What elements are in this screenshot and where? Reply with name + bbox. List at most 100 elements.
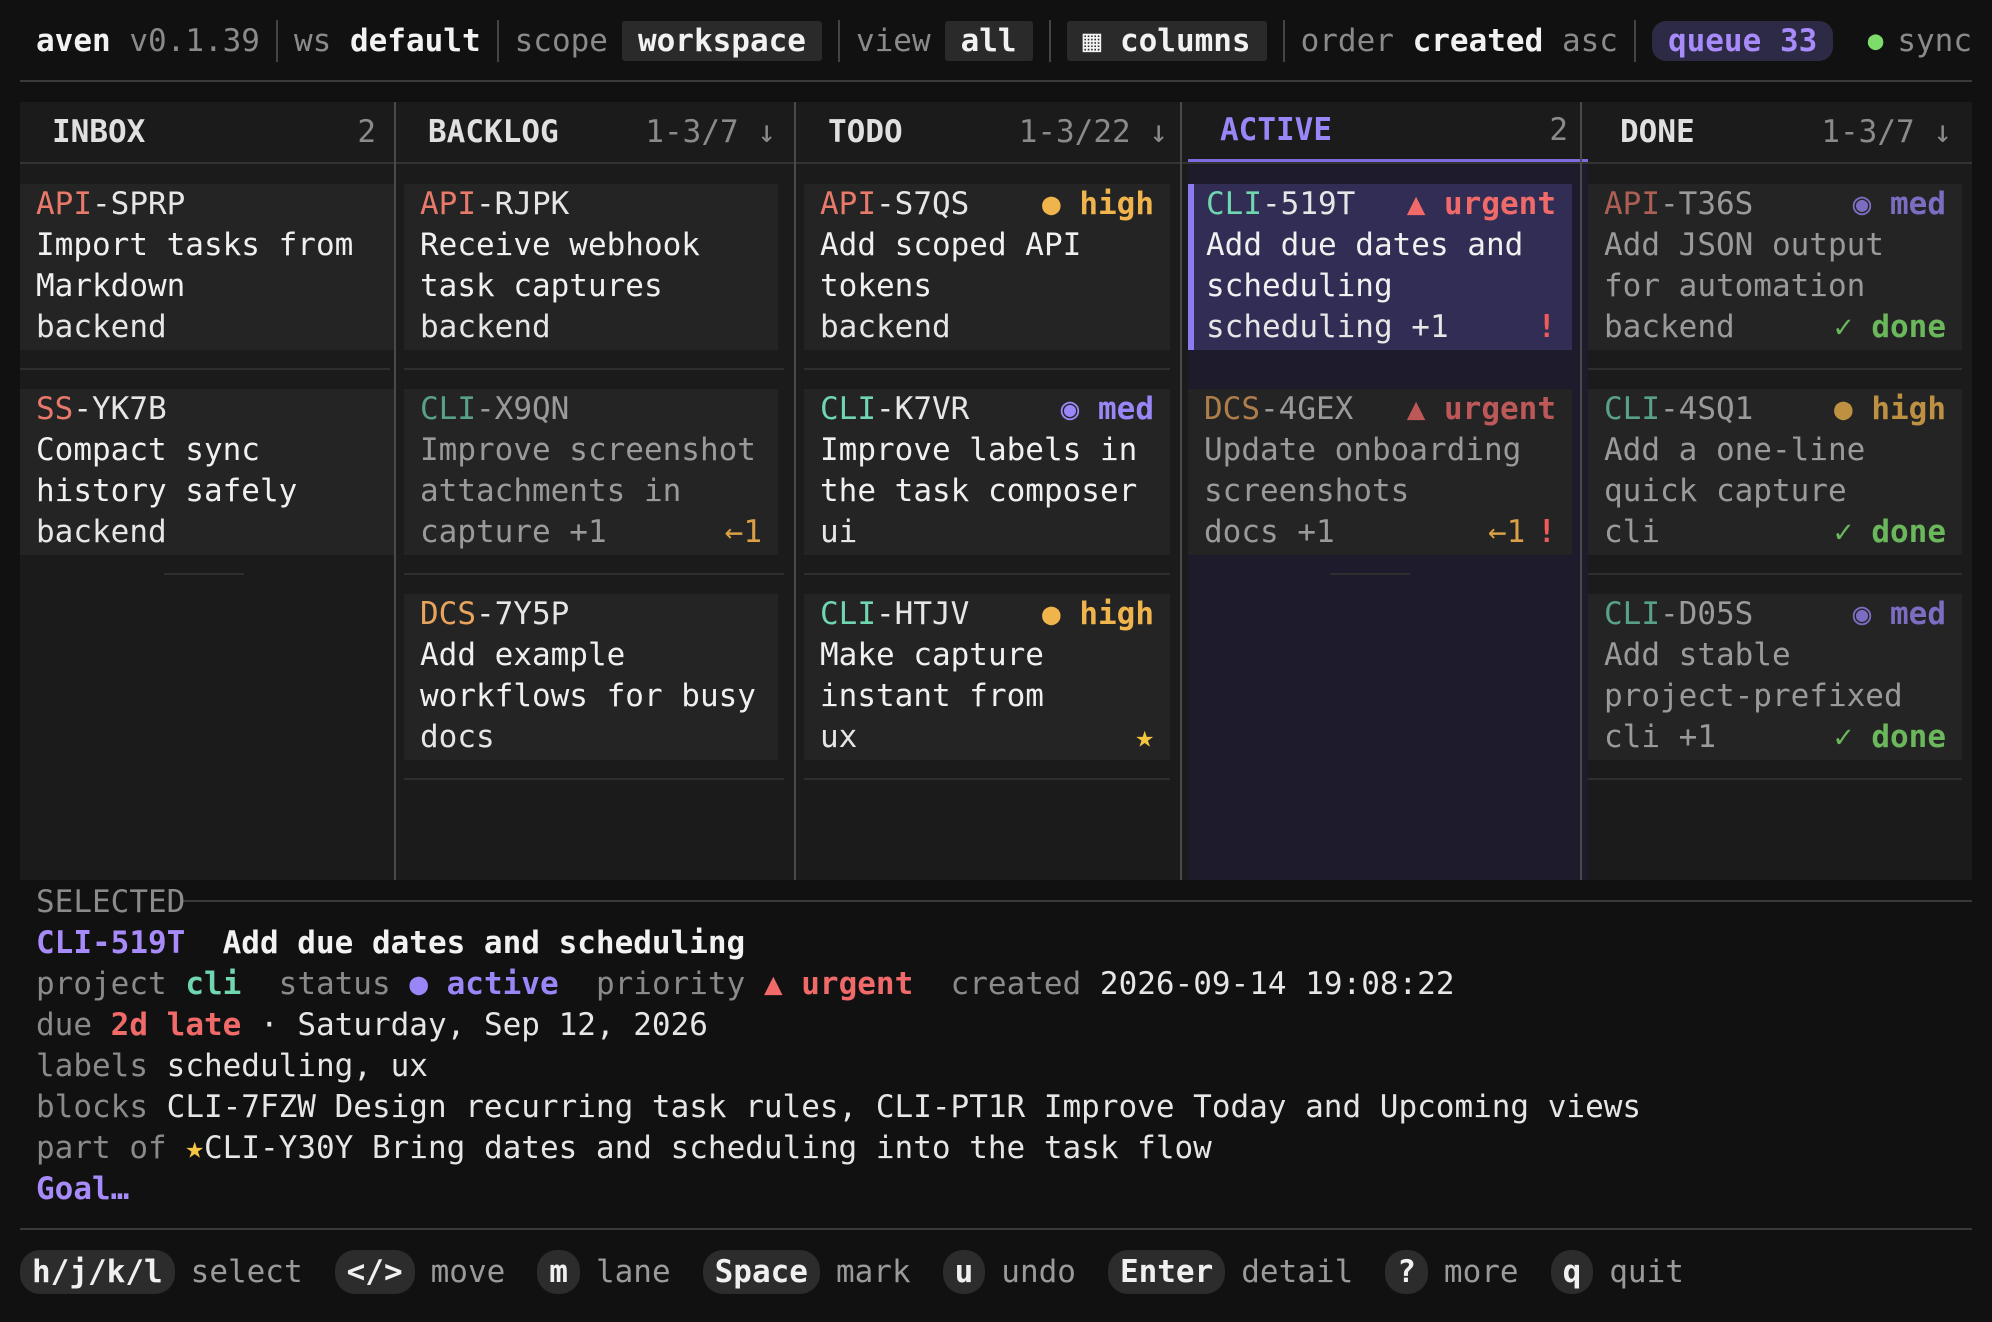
key-desc: mark (835, 1253, 911, 1290)
divider (20, 1228, 1972, 1230)
task-labels: docs +1 (1204, 514, 1335, 550)
task-title: Add example workflows for busy projects (420, 637, 756, 714)
queue-indicator[interactable]: queue 33 (1636, 21, 1849, 61)
overdue-icon: ! (1537, 514, 1556, 550)
due-date: · Saturday, Sep 12, 2026 (260, 1007, 708, 1043)
task-labels: backend (820, 309, 951, 345)
key-more[interactable]: ? (1385, 1250, 1428, 1294)
key-desc: lane (595, 1253, 671, 1290)
keybinding-bar: h/j/k/l select </> move m lane Space mark uu… (20, 1248, 1716, 1296)
divider (404, 573, 784, 575)
selected-due-row: due 2d late · Saturday, Sep 12, 2026 (36, 1005, 1966, 1046)
due-label: due (36, 1007, 92, 1043)
task-card[interactable]: CLI-X9QN Improve screenshot attachments … (404, 389, 778, 555)
task-id: DCS-4GEX (1204, 391, 1354, 427)
task-title: Add JSON output for automation (1604, 227, 1884, 304)
selected-meta-row: project cli status ● active priority ▲ u… (36, 964, 1966, 1005)
key-lane[interactable]: m (537, 1250, 580, 1294)
part-of-value[interactable]: CLI-Y30Y Bring dates and scheduling into… (204, 1130, 1212, 1166)
task-card[interactable]: API-SPRP Import tasks from Markdown chec… (20, 184, 394, 350)
priority-badge: ● high (1834, 391, 1946, 427)
task-card[interactable]: DCS-7Y5P Add example workflows for busy … (404, 594, 778, 760)
card-footer: backend ✓ done (1604, 307, 1946, 348)
app-name: aven (36, 22, 111, 59)
app-version: v0.1.39 (129, 22, 260, 59)
column-header[interactable]: ACTIVE 2 (1188, 102, 1588, 162)
key-quit[interactable]: q (1550, 1250, 1594, 1294)
scope-selector[interactable]: scope workspace (499, 21, 838, 61)
task-card-selected[interactable]: CLI-519T ▲ urgent Add due dates and sched… (1188, 184, 1572, 350)
card-id-row: CLI-519T ▲ urgent (1206, 184, 1556, 225)
top-bar: aven v0.1.39 ws default scope workspace v… (20, 14, 1972, 68)
divider (404, 368, 784, 370)
task-id: API-T36S (1604, 186, 1754, 222)
column-header[interactable]: BACKLOG 1-3/7 ↓ (396, 102, 796, 162)
column-divider (1180, 102, 1182, 880)
created-value: 2026-09-14 19:08:22 (1099, 966, 1455, 1002)
task-title: Improve screenshot attachments in task … (420, 432, 756, 509)
created-label: created (950, 966, 1082, 1002)
priority-badge: ◉ med (1852, 186, 1946, 222)
goal-link[interactable]: Goal… (36, 1171, 129, 1207)
task-labels: docs (420, 719, 495, 755)
key-desc: select (190, 1253, 303, 1290)
blocks-value: CLI-7FZW Design recurring task rules, CL… (166, 1089, 1642, 1125)
key-mark[interactable]: Space (702, 1250, 820, 1294)
scope-label: scope (514, 22, 608, 59)
column-header[interactable]: DONE 1-3/7 ↓ (1588, 102, 1972, 162)
card-id-row: CLI-D05S ◉ med (1604, 594, 1946, 635)
task-title: Add scoped API tokens (820, 227, 1082, 304)
task-title: Improve labels in the task composer (820, 432, 1138, 509)
priority-badge: ▲ urgent (1406, 186, 1556, 222)
columns-layout-button[interactable]: ▦ columns (1066, 21, 1267, 61)
task-labels: capture +1 (420, 514, 607, 550)
ws-label: ws (293, 22, 332, 59)
columns-label: columns (1119, 23, 1251, 59)
task-card[interactable]: DCS-4GEX ▲ urgent Update onboarding scree… (1188, 389, 1572, 555)
layout-toggle[interactable]: ▦ columns (1051, 21, 1283, 61)
divider (804, 778, 1170, 780)
sync-status: ● sync (1852, 21, 1972, 61)
selected-goal-row: Goal… (36, 1169, 1966, 1210)
task-card[interactable]: SS-YK7B Compact sync history safely back… (20, 389, 394, 555)
column-header[interactable]: INBOX 2 (20, 102, 396, 162)
key-desc: move (430, 1253, 506, 1290)
column-title: ACTIVE (1220, 112, 1332, 148)
column-count: 1-3/7 ↓ (1821, 113, 1952, 150)
key-desc: quit (1609, 1253, 1684, 1290)
column-header[interactable]: TODO 1-3/22 ↓ (796, 102, 1188, 162)
order-selector[interactable]: order created asc (1285, 21, 1634, 61)
card-id-row: DCS-7Y5P (420, 594, 762, 635)
key-desc: undo (1001, 1253, 1076, 1290)
task-labels: ui (820, 514, 858, 550)
key-select[interactable]: h/j/k/l (20, 1250, 175, 1294)
divider (404, 778, 784, 780)
task-title: Compact sync history safely (36, 432, 298, 509)
task-card[interactable]: CLI-K7VR ◉ med Improve labels in the task… (804, 389, 1170, 555)
task-card[interactable]: CLI-4SQ1 ● high Add a one-line quick capt… (1588, 389, 1962, 555)
star-icon: ★ (1135, 719, 1154, 755)
column-title: DONE (1620, 113, 1695, 150)
view-value: all (944, 21, 1033, 61)
task-card[interactable]: CLI-D05S ◉ med Add stable project-prefixe… (1588, 594, 1962, 760)
key-undo[interactable]: u (942, 1250, 986, 1294)
card-footer: scheduling +1! (1206, 307, 1556, 348)
task-card[interactable]: API-T36S ◉ med Add JSON output for automa… (1588, 184, 1962, 350)
workspace-selector[interactable]: ws default (278, 21, 497, 61)
task-title: Receive webhook task captures (420, 227, 700, 304)
queue-badge[interactable]: queue 33 (1651, 21, 1834, 61)
priority-badge: ◉ med (1852, 596, 1946, 632)
view-selector[interactable]: view all (840, 21, 1049, 61)
key-detail[interactable]: Enter (1107, 1250, 1226, 1294)
task-labels: scheduling +1 (1206, 309, 1449, 345)
card-id-row: API-SPRP (36, 184, 378, 225)
key-move[interactable]: </> (334, 1250, 415, 1294)
card-footer: capture +1 ←1 (420, 512, 762, 553)
task-card[interactable]: API-S7QS ● high Add scoped API tokens bac… (804, 184, 1170, 350)
column-count: 1-3/22 ↓ (1018, 113, 1168, 150)
task-card[interactable]: API-RJPK Receive webhook task captures b… (404, 184, 778, 350)
card-footer: cli +1 ✓ done (1604, 717, 1946, 758)
key-desc: detail (1241, 1253, 1354, 1290)
ws-value: default (349, 22, 481, 59)
task-card[interactable]: CLI-HTJV ● high Make capture instant from… (804, 594, 1170, 760)
